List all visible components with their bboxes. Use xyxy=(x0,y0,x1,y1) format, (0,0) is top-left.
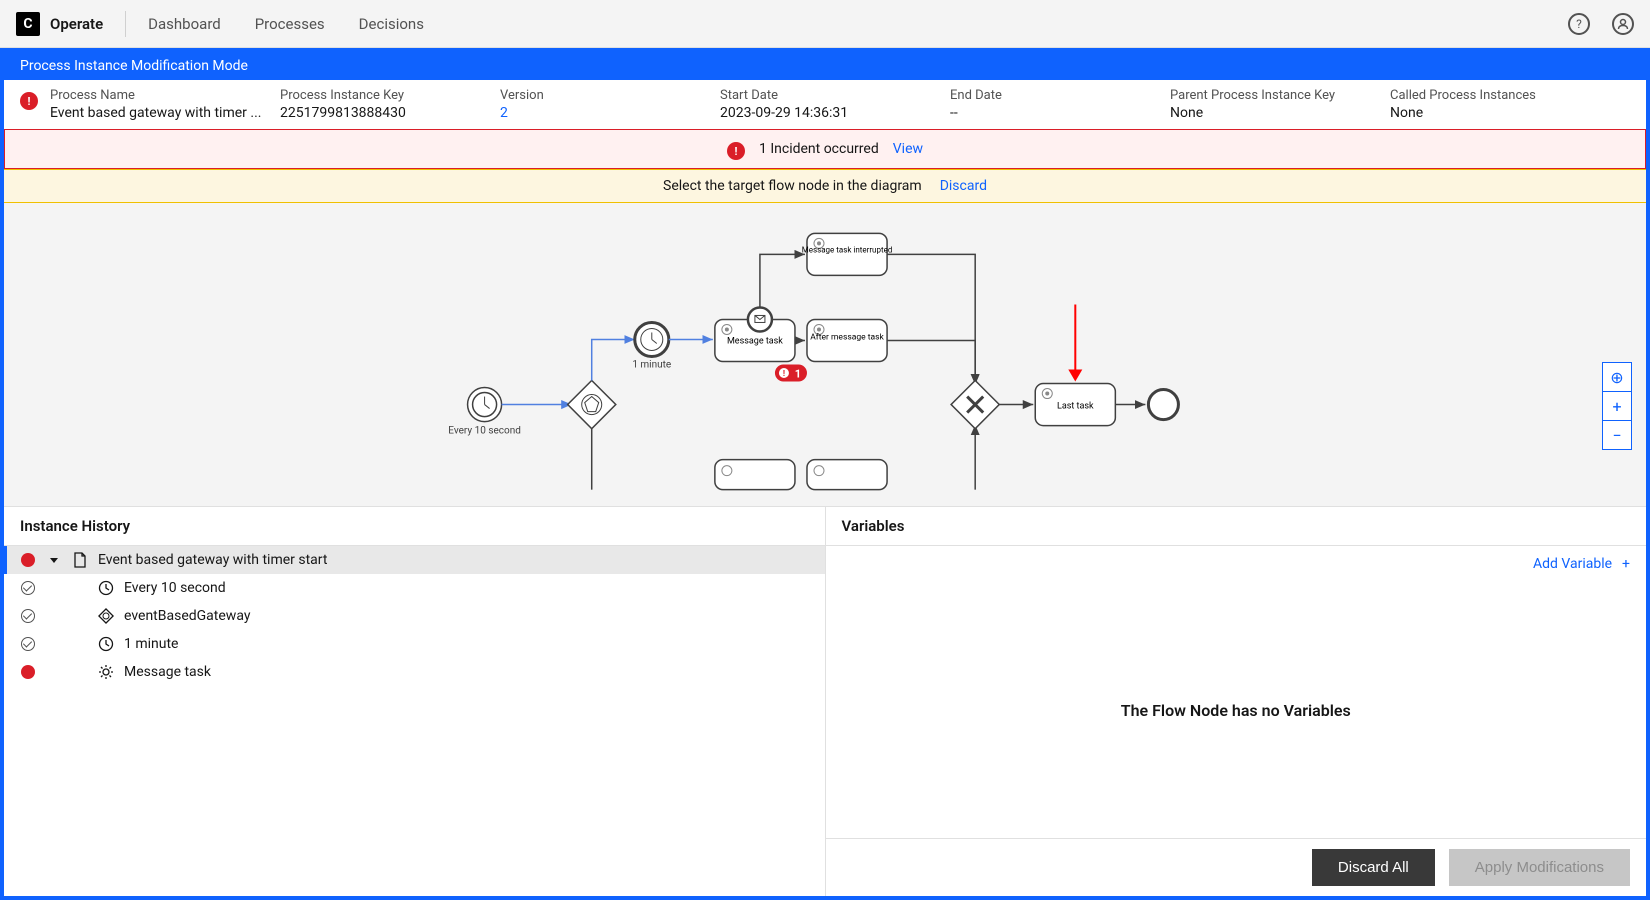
label-start-date: Start Date xyxy=(720,88,940,103)
nav-decisions[interactable]: Decisions xyxy=(359,15,424,33)
app-logo: C xyxy=(16,12,40,36)
history-title: Instance History xyxy=(4,507,825,546)
user-icon[interactable] xyxy=(1612,13,1634,35)
add-variable-button[interactable]: Add Variable + xyxy=(1533,556,1630,572)
node-exclusive-gateway[interactable] xyxy=(951,380,999,428)
svg-text:Every 10 second: Every 10 second xyxy=(448,426,521,437)
divider xyxy=(125,11,126,37)
modification-discard-link[interactable]: Discard xyxy=(940,178,987,194)
label-process-name: Process Name xyxy=(50,88,270,103)
incident-text: 1 Incident occurred xyxy=(759,141,879,157)
plus-icon: + xyxy=(1622,556,1630,572)
ok-status-icon xyxy=(20,608,36,624)
node-partial-1[interactable] xyxy=(715,460,795,490)
svg-text:!: ! xyxy=(783,369,785,378)
history-row[interactable]: Message task xyxy=(4,658,825,686)
variables-empty-text: The Flow Node has no Variables xyxy=(826,582,1647,838)
svg-text:Message task: Message task xyxy=(727,336,783,346)
node-timer-1min[interactable]: 1 minute xyxy=(632,322,671,370)
value-version[interactable]: 2 xyxy=(500,105,710,121)
incident-view-link[interactable]: View xyxy=(893,141,923,157)
history-row-label: Message task xyxy=(124,664,211,680)
history-row-label: eventBasedGateway xyxy=(124,608,250,624)
apply-modifications-button: Apply Modifications xyxy=(1449,849,1630,886)
variables-panel: Variables Add Variable + The Flow Node h… xyxy=(826,506,1647,896)
svg-text:1 minute: 1 minute xyxy=(632,360,671,371)
caret-down-icon[interactable] xyxy=(46,552,62,568)
nav-processes[interactable]: Processes xyxy=(255,15,325,33)
instance-history-panel: Instance History Event based gateway wit… xyxy=(4,506,826,896)
value-end-date: -- xyxy=(950,105,1160,121)
node-after-message-task[interactable]: After message task xyxy=(807,319,887,361)
node-event-gateway[interactable] xyxy=(568,380,616,428)
history-row[interactable]: 1 minute xyxy=(4,630,825,658)
gateway-icon xyxy=(98,608,114,624)
gear-icon xyxy=(98,664,114,680)
error-status-icon xyxy=(20,664,36,680)
modification-frame: Process Instance Modification Mode ! Pro… xyxy=(0,48,1650,900)
timer-icon xyxy=(98,580,114,596)
error-status-icon xyxy=(20,552,36,568)
ok-status-icon xyxy=(20,580,36,596)
diagram-zoom-out-button[interactable]: − xyxy=(1602,420,1632,450)
node-end-event[interactable] xyxy=(1148,390,1178,420)
incident-alert: ! 1 Incident occurred View xyxy=(4,129,1646,169)
label-end-date: End Date xyxy=(950,88,1160,103)
discard-all-button[interactable]: Discard All xyxy=(1312,849,1435,886)
node-start-event[interactable]: Every 10 second xyxy=(448,388,521,437)
help-icon[interactable]: ? xyxy=(1568,13,1590,35)
document-icon xyxy=(72,552,88,568)
svg-text:1: 1 xyxy=(795,368,801,381)
mode-banner: Process Instance Modification Mode xyxy=(4,52,1646,80)
bpmn-diagram[interactable]: Every 10 second 1 minute Mes xyxy=(4,203,1646,506)
history-row[interactable]: Event based gateway with timer start xyxy=(4,546,825,574)
nav-dashboard[interactable]: Dashboard xyxy=(148,15,221,33)
node-partial-2[interactable] xyxy=(807,460,887,490)
instance-info-bar: ! Process Name Event based gateway with t… xyxy=(4,80,1646,129)
variables-title: Variables xyxy=(826,507,1647,546)
error-badge-icon: ! xyxy=(20,92,38,110)
history-row-label: Event based gateway with timer start xyxy=(98,552,327,568)
label-version: Version xyxy=(500,88,710,103)
diagram-reset-button[interactable]: ⊕ xyxy=(1602,362,1632,392)
svg-text:After message task: After message task xyxy=(810,332,884,342)
value-called: None xyxy=(1390,105,1570,121)
node-message-task-interrupted[interactable]: Message task interrupted xyxy=(802,233,893,275)
timer-icon xyxy=(98,636,114,652)
label-parent-key: Parent Process Instance Key xyxy=(1170,88,1380,103)
alert-error-icon: ! xyxy=(727,142,745,160)
ok-status-icon xyxy=(20,636,36,652)
app-name: Operate xyxy=(50,15,103,33)
modification-alert: Select the target flow node in the diagr… xyxy=(4,169,1646,203)
app-header: C Operate Dashboard Processes Decisions … xyxy=(0,0,1650,48)
incident-count-badge[interactable]: ! 1 xyxy=(775,365,807,382)
value-start-date: 2023-09-29 14:36:31 xyxy=(720,105,940,121)
svg-text:Message task interrupted: Message task interrupted xyxy=(802,245,893,254)
diagram-zoom-in-button[interactable]: + xyxy=(1602,391,1632,421)
value-process-name: Event based gateway with timer ... xyxy=(50,105,270,121)
history-row[interactable]: eventBasedGateway xyxy=(4,602,825,630)
history-row[interactable]: Every 10 second xyxy=(4,574,825,602)
history-row-label: 1 minute xyxy=(124,636,178,652)
label-called: Called Process Instances xyxy=(1390,88,1570,103)
label-instance-key: Process Instance Key xyxy=(280,88,490,103)
modification-text: Select the target flow node in the diagr… xyxy=(663,178,922,194)
history-row-label: Every 10 second xyxy=(124,580,226,596)
svg-text:Last task: Last task xyxy=(1057,402,1094,412)
history-tree: Event based gateway with timer start Ever… xyxy=(4,546,825,896)
value-parent-key: None xyxy=(1170,105,1380,121)
node-last-task[interactable]: Last task xyxy=(1035,384,1115,426)
value-instance-key: 2251799813888430 xyxy=(280,105,490,121)
